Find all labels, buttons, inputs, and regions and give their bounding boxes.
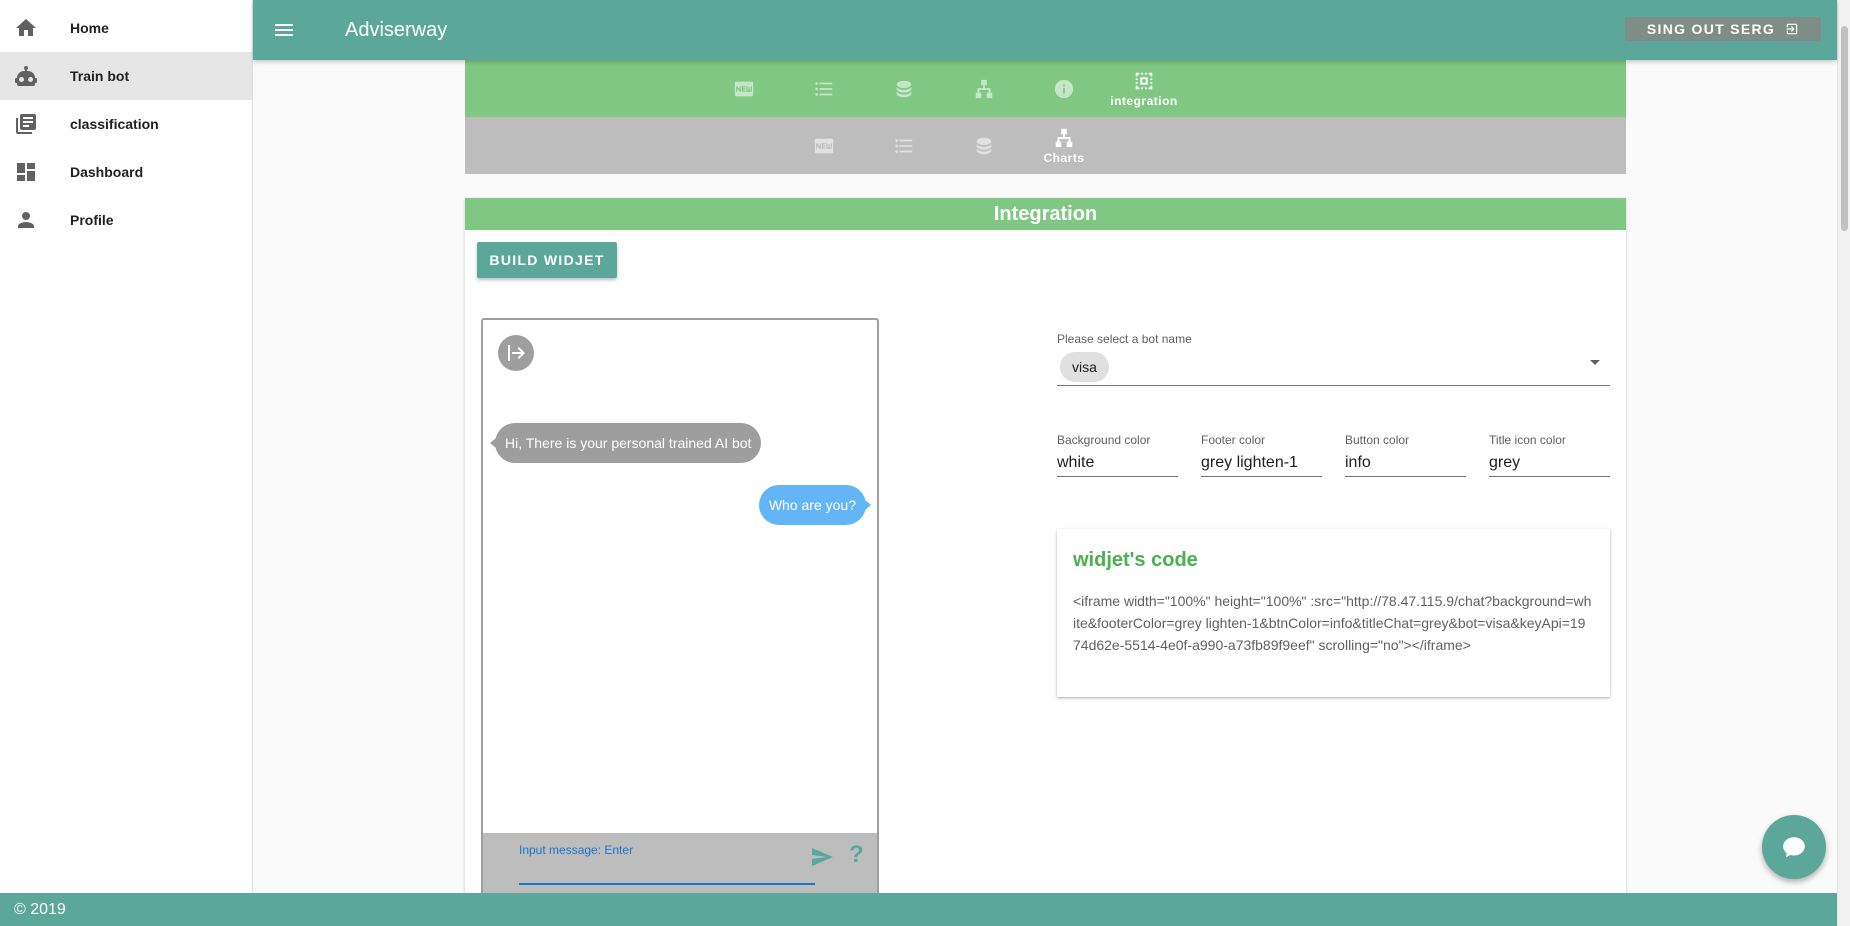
- new-icon: [814, 138, 834, 153]
- integration-icon: [1135, 72, 1153, 89]
- chat-footer: Input message: Enter ?: [483, 833, 877, 893]
- background-color-field: Background color: [1057, 433, 1178, 477]
- database-icon: [976, 137, 992, 154]
- sidebar-item-profile[interactable]: Profile: [0, 196, 252, 244]
- home-icon: [14, 16, 38, 40]
- selected-bot-chip: visa: [1060, 352, 1109, 382]
- footer-color-input[interactable]: [1201, 449, 1322, 477]
- sitemap-icon: [1055, 128, 1073, 147]
- build-widget-button[interactable]: BUILD WIDJET: [477, 242, 617, 278]
- menu-icon[interactable]: [272, 18, 296, 42]
- tab-new[interactable]: [789, 117, 859, 174]
- widget-code-card: widjet's code <iframe width="100%" heigh…: [1057, 529, 1610, 697]
- chat-message-input[interactable]: [519, 861, 815, 885]
- button-color-input[interactable]: [1345, 449, 1466, 477]
- footer-color-field: Footer color: [1201, 433, 1322, 477]
- sign-out-label: SING OUT SERG: [1646, 21, 1776, 37]
- tab-integration[interactable]: integration: [1101, 60, 1187, 117]
- field-label: Button color: [1345, 433, 1410, 447]
- sidebar-item-home[interactable]: Home: [0, 4, 252, 52]
- tab-list[interactable]: [789, 60, 859, 117]
- exit-icon: [1786, 23, 1798, 35]
- database-icon: [896, 80, 912, 97]
- sign-out-button[interactable]: SING OUT SERG: [1625, 17, 1821, 41]
- library-books-icon: [14, 112, 38, 136]
- tab-label: Charts: [1043, 150, 1085, 165]
- chat-fab-button[interactable]: [1762, 815, 1826, 879]
- sidebar-item-label: Dashboard: [70, 164, 144, 180]
- field-label: Background color: [1057, 433, 1151, 447]
- list-icon: [815, 81, 833, 96]
- sidebar-item-dashboard[interactable]: Dashboard: [0, 148, 252, 196]
- chat-bubble-icon: [1783, 837, 1805, 858]
- title-icon-color-input[interactable]: [1489, 449, 1610, 477]
- page-scrollbar[interactable]: [1837, 0, 1850, 926]
- robot-icon: [14, 64, 38, 88]
- copyright-text: © 2019: [14, 901, 66, 918]
- tab-sitemap[interactable]: [949, 60, 1019, 117]
- button-color-field: Button color: [1345, 433, 1466, 477]
- sidebar-item-label: Profile: [70, 212, 114, 228]
- tab-info[interactable]: [1029, 60, 1099, 117]
- dashboard-icon: [14, 160, 38, 184]
- user-message-bubble: Who are you?: [758, 485, 872, 525]
- tab-label: integration: [1110, 93, 1178, 108]
- tab-list[interactable]: [869, 117, 939, 174]
- app-title: Adviserway: [345, 18, 448, 41]
- widget-code-text: <iframe width="100%" height="100%" :src=…: [1073, 593, 1592, 653]
- sidebar: Home Train bot classification Dashboard …: [0, 0, 253, 893]
- list-icon: [895, 138, 913, 153]
- scrollbar-thumb[interactable]: [1841, 26, 1848, 231]
- tab-database[interactable]: [869, 60, 939, 117]
- sidebar-item-label: Home: [70, 20, 109, 36]
- tab-database[interactable]: [949, 117, 1019, 174]
- chat-widget-preview: Hi, There is your personal trained AI bo…: [481, 318, 879, 893]
- title-icon-color-field: Title icon color: [1489, 433, 1610, 477]
- new-icon: [734, 81, 754, 96]
- background-color-input[interactable]: [1057, 449, 1178, 477]
- sidebar-item-label: classification: [70, 116, 159, 132]
- help-button[interactable]: ?: [849, 841, 864, 869]
- info-icon: [1054, 79, 1074, 98]
- page-footer: © 2019: [0, 893, 1837, 926]
- bot-select[interactable]: visa: [1057, 348, 1610, 386]
- sidebar-item-label: Train bot: [70, 68, 130, 84]
- tab-charts[interactable]: Charts: [1029, 117, 1099, 174]
- primary-tabs: integration: [465, 60, 1626, 117]
- chevron-down-icon: [1590, 360, 1600, 365]
- secondary-tabs: Charts: [465, 117, 1626, 174]
- integration-card: Integration BUILD WIDJET Hi, There is yo…: [465, 198, 1626, 893]
- tab-new[interactable]: [709, 60, 779, 117]
- sidebar-item-train-bot[interactable]: Train bot: [0, 52, 252, 100]
- exit-chat-icon[interactable]: [498, 335, 534, 371]
- field-label: Title icon color: [1489, 433, 1566, 447]
- sidebar-item-classification[interactable]: classification: [0, 100, 252, 148]
- sitemap-icon: [975, 79, 993, 98]
- top-app-bar: Adviserway SING OUT SERG: [253, 0, 1837, 60]
- person-icon: [14, 208, 38, 232]
- field-label: Footer color: [1201, 433, 1266, 447]
- bot-select-label: Please select a bot name: [1057, 332, 1192, 346]
- widget-code-title: widjet's code: [1073, 549, 1198, 571]
- send-icon[interactable]: [810, 845, 836, 871]
- chat-input-label: Input message: Enter: [519, 843, 634, 857]
- integration-title: Integration: [465, 198, 1626, 230]
- bot-message-bubble: Hi, There is your personal trained AI bo…: [489, 423, 762, 463]
